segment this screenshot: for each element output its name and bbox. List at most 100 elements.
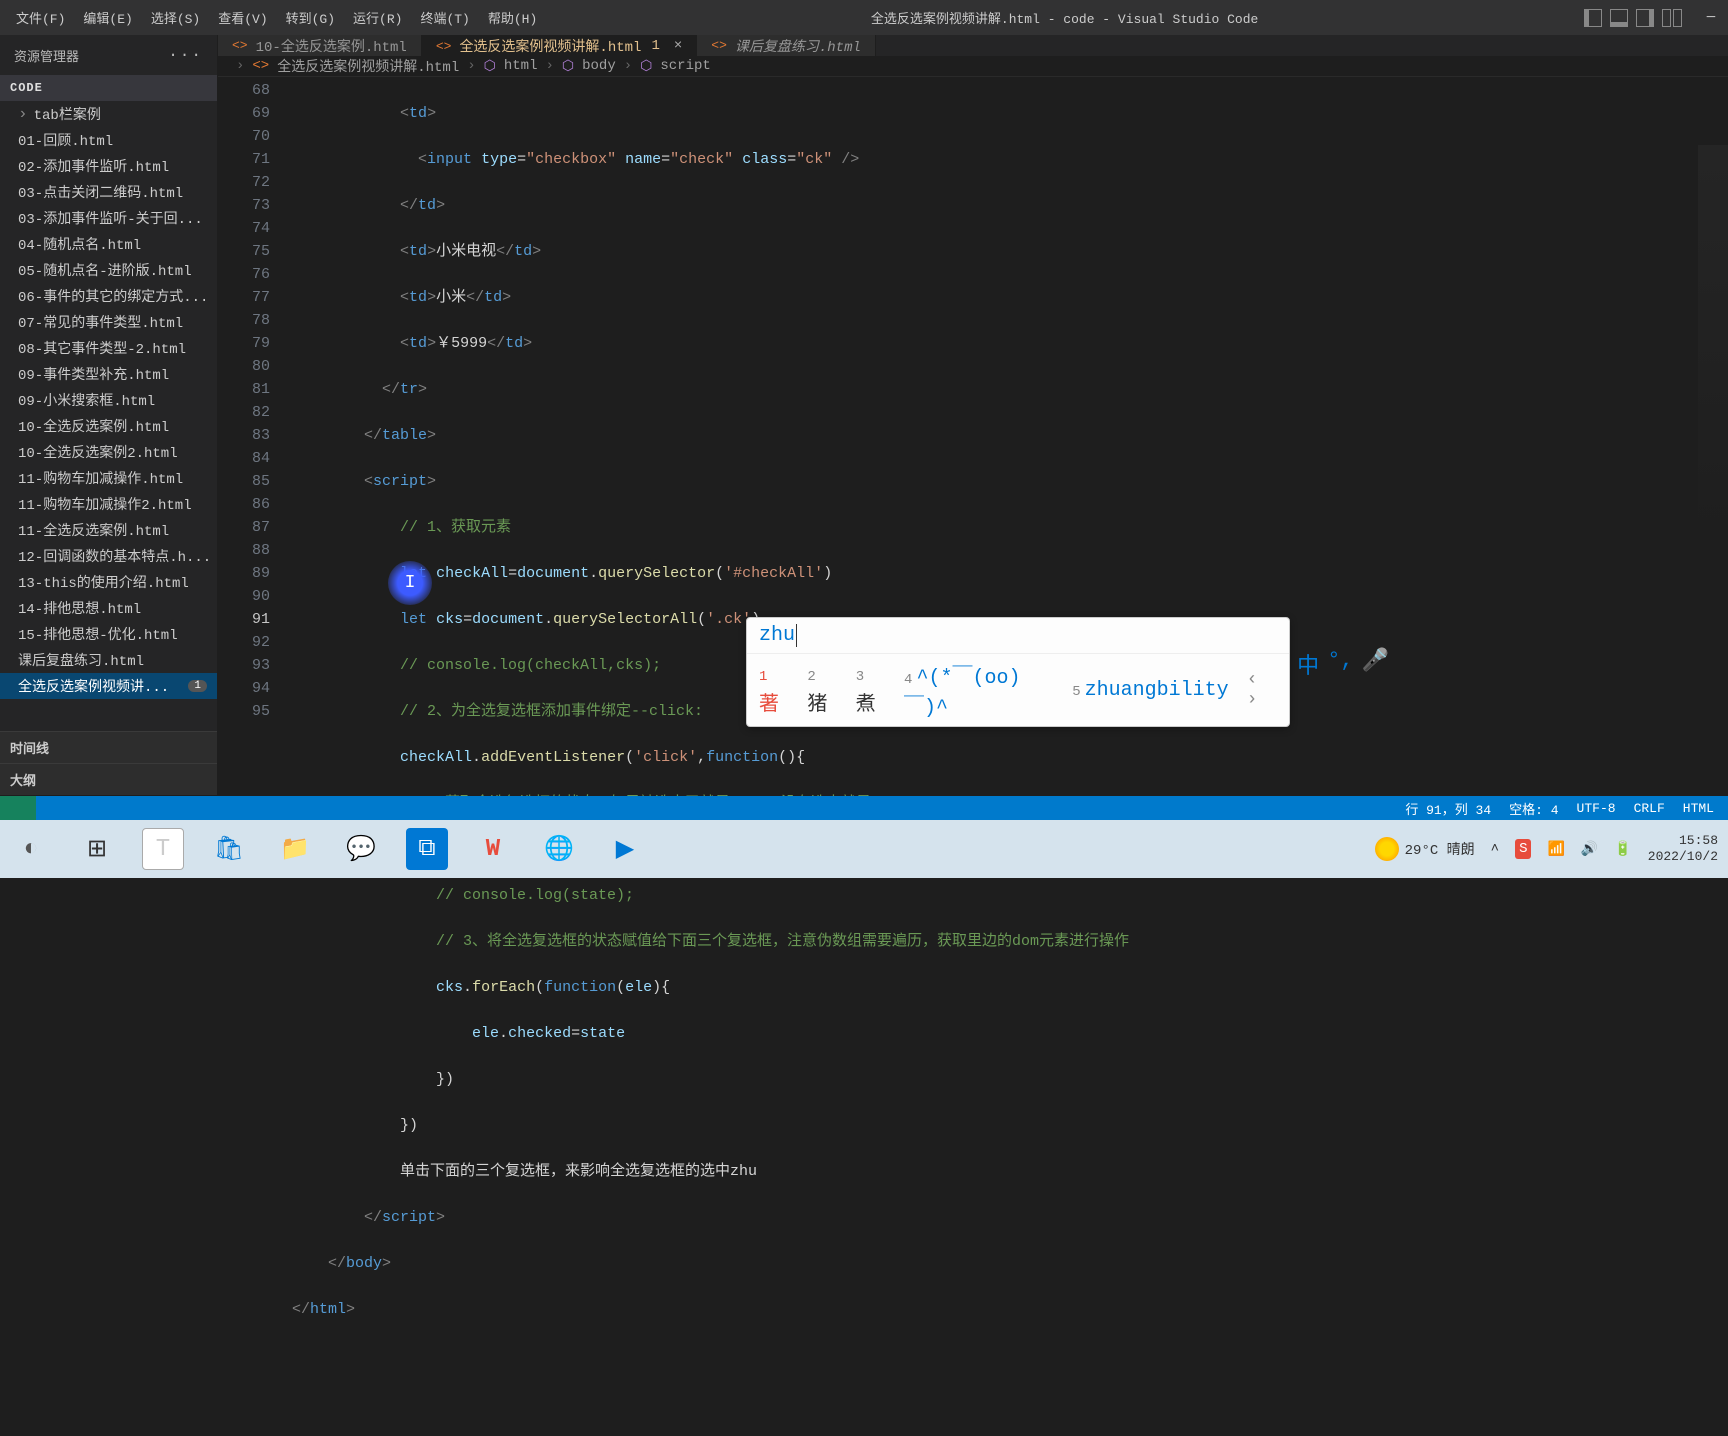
tray-volume-icon[interactable]: 🔊 xyxy=(1581,841,1598,858)
file-item[interactable]: 02-添加事件监听.html xyxy=(0,153,217,179)
tray-up-icon[interactable]: ˄ xyxy=(1491,841,1499,857)
menu-view[interactable]: 查看(V) xyxy=(210,4,275,31)
ime-input: zhu xyxy=(747,618,1289,654)
menu-terminal[interactable]: 终端(T) xyxy=(412,4,477,31)
breadcrumb-body[interactable]: body xyxy=(582,58,616,74)
file-item[interactable]: 13-this的使用介绍.html xyxy=(0,569,217,595)
menu-file[interactable]: 文件(F) xyxy=(8,4,73,31)
file-item[interactable]: 12-回调函数的基本特点.h... xyxy=(0,543,217,569)
editor-tab[interactable]: <>10-全选反选案例.html xyxy=(218,35,422,56)
ime-popup[interactable]: zhu 1著 2猪 3煮 4^(*￣(oo)￣)^ 5zhuangbility … xyxy=(746,617,1290,727)
sidebar-bottom: 时间线 大纲 xyxy=(0,731,217,795)
file-item[interactable]: 07-常见的事件类型.html xyxy=(0,309,217,335)
outline-section[interactable]: 大纲 xyxy=(0,763,217,795)
file-item[interactable]: 03-添加事件监听-关于回... xyxy=(0,205,217,231)
sun-icon xyxy=(1375,837,1399,861)
breadcrumb[interactable]: › <> 全选反选案例视频讲解.html › ⬡ html › ⬡ body ›… xyxy=(218,56,1728,77)
editor-tab[interactable]: <>课后复盘练习.html xyxy=(697,35,876,56)
file-item[interactable]: 11-购物车加减操作.html xyxy=(0,465,217,491)
status-spaces[interactable]: 空格: 4 xyxy=(1509,799,1558,818)
layout-bottom-icon[interactable] xyxy=(1610,9,1628,27)
file-item[interactable]: 课后复盘练习.html xyxy=(0,647,217,673)
file-item[interactable]: 06-事件的其它的绑定方式... xyxy=(0,283,217,309)
task-view-icon[interactable]: ⊞ xyxy=(76,828,118,870)
ime-cand-3[interactable]: 3煮 xyxy=(856,664,886,717)
ime-lang-icon[interactable]: 中 xyxy=(1297,648,1319,680)
start-icon[interactable]: ◐ xyxy=(10,828,52,870)
explorer-sidebar: 资源管理器 ··· CODE tab栏案例01-回顾.html02-添加事件监听… xyxy=(0,35,218,795)
ime-candidates[interactable]: 1著 2猪 3煮 4^(*￣(oo)￣)^ 5zhuangbility ‹ › xyxy=(747,654,1289,726)
ime-toolbar[interactable]: 中 °, 🎤 xyxy=(1297,648,1389,680)
file-item[interactable]: 10-全选反选案例.html xyxy=(0,413,217,439)
more-icon[interactable]: ··· xyxy=(168,46,203,64)
tray-battery-icon[interactable]: 🔋 xyxy=(1614,841,1631,858)
file-item[interactable]: 11-全选反选案例.html xyxy=(0,517,217,543)
menu-run[interactable]: 运行(R) xyxy=(345,4,410,31)
ime-nav[interactable]: ‹ › xyxy=(1247,670,1277,710)
file-item[interactable]: 03-点击关闭二维码.html xyxy=(0,179,217,205)
minimap[interactable] xyxy=(1698,145,1728,545)
file-item[interactable]: 11-购物车加减操作2.html xyxy=(0,491,217,517)
store-icon[interactable]: 🛍 xyxy=(208,828,250,870)
code-content[interactable]: <td> <input type="checkbox" name="check"… xyxy=(292,77,1728,1436)
close-icon[interactable]: × xyxy=(674,38,682,54)
minimize-icon[interactable]: ─ xyxy=(1702,9,1720,27)
file-item[interactable]: 08-其它事件类型-2.html xyxy=(0,335,217,361)
code-editor[interactable]: 6869707172737475767778798081828384858687… xyxy=(218,77,1728,1436)
file-item[interactable]: tab栏案例 xyxy=(0,101,217,127)
status-encoding[interactable]: UTF-8 xyxy=(1577,801,1616,816)
file-item[interactable]: 09-小米搜索框.html xyxy=(0,387,217,413)
notepad-icon[interactable]: T xyxy=(142,828,184,870)
layout-right-icon[interactable] xyxy=(1636,9,1654,27)
ime-cand-4[interactable]: 4^(*￣(oo)￣)^ xyxy=(904,660,1054,720)
file-item[interactable]: 全选反选案例视频讲...1 xyxy=(0,673,217,699)
ime-mic-icon[interactable]: 🎤 xyxy=(1362,648,1389,680)
menu-select[interactable]: 选择(S) xyxy=(143,4,208,31)
status-bar: 行 91，列 34 空格: 4 UTF-8 CRLF HTML xyxy=(0,796,1728,820)
menu-help[interactable]: 帮助(H) xyxy=(480,4,545,31)
window-title: 全选反选案例视频讲解.html - code - Visual Studio C… xyxy=(545,8,1584,27)
file-item[interactable]: 15-排他思想-优化.html xyxy=(0,621,217,647)
file-icon: <> xyxy=(711,38,727,53)
file-item[interactable]: 14-排他思想.html xyxy=(0,595,217,621)
layout-controls[interactable] xyxy=(1584,9,1682,27)
ime-cand-2[interactable]: 2猪 xyxy=(807,664,837,717)
file-icon: <> xyxy=(436,39,452,54)
ime-punct-icon[interactable]: °, xyxy=(1327,648,1353,680)
explorer-icon[interactable]: 📁 xyxy=(274,828,316,870)
breadcrumb-file[interactable]: 全选反选案例视频讲解.html xyxy=(277,56,459,76)
ime-cand-1[interactable]: 1著 xyxy=(759,664,789,717)
tray-ime-icon[interactable]: S xyxy=(1515,839,1531,859)
status-position[interactable]: 行 91，列 34 xyxy=(1405,799,1491,818)
layout-grid-icon[interactable] xyxy=(1662,9,1682,27)
wechat-icon[interactable]: 💬 xyxy=(340,828,382,870)
media-icon[interactable]: ▶ xyxy=(604,828,646,870)
file-item[interactable]: 05-随机点名-进阶版.html xyxy=(0,257,217,283)
file-list: tab栏案例01-回顾.html02-添加事件监听.html03-点击关闭二维码… xyxy=(0,101,217,731)
tray-network-icon[interactable]: 📶 xyxy=(1547,841,1564,858)
editor-tabs: <>10-全选反选案例.html<>全选反选案例视频讲解.html1×<>课后复… xyxy=(218,35,1728,56)
breadcrumb-script[interactable]: script xyxy=(660,58,710,74)
editor-tab[interactable]: <>全选反选案例视频讲解.html1× xyxy=(422,35,697,56)
layout-left-icon[interactable] xyxy=(1584,9,1602,27)
file-item[interactable]: 04-随机点名.html xyxy=(0,231,217,257)
file-item[interactable]: 09-事件类型补充.html xyxy=(0,361,217,387)
chrome-icon[interactable]: 🌐 xyxy=(538,828,580,870)
status-remote-icon[interactable] xyxy=(0,796,36,820)
symbol-icon: ⬡ xyxy=(562,58,574,75)
wps-icon[interactable]: W xyxy=(472,828,514,870)
symbol-icon: ⬡ xyxy=(484,58,496,75)
status-language[interactable]: HTML xyxy=(1683,801,1714,816)
file-item[interactable]: 10-全选反选案例2.html xyxy=(0,439,217,465)
menu-goto[interactable]: 转到(G) xyxy=(278,4,343,31)
weather-widget[interactable]: 29°C 晴朗 xyxy=(1375,837,1475,861)
menu-edit[interactable]: 编辑(E) xyxy=(75,4,140,31)
breadcrumb-html[interactable]: html xyxy=(504,58,538,74)
status-eol[interactable]: CRLF xyxy=(1634,801,1665,816)
timeline-section[interactable]: 时间线 xyxy=(0,731,217,763)
clock[interactable]: 15:58 2022/10/2 xyxy=(1648,833,1718,865)
workspace-section[interactable]: CODE xyxy=(0,75,217,101)
ime-cand-5[interactable]: 5zhuangbility xyxy=(1072,679,1228,702)
file-item[interactable]: 01-回顾.html xyxy=(0,127,217,153)
vscode-icon[interactable]: ⧉ xyxy=(406,828,448,870)
